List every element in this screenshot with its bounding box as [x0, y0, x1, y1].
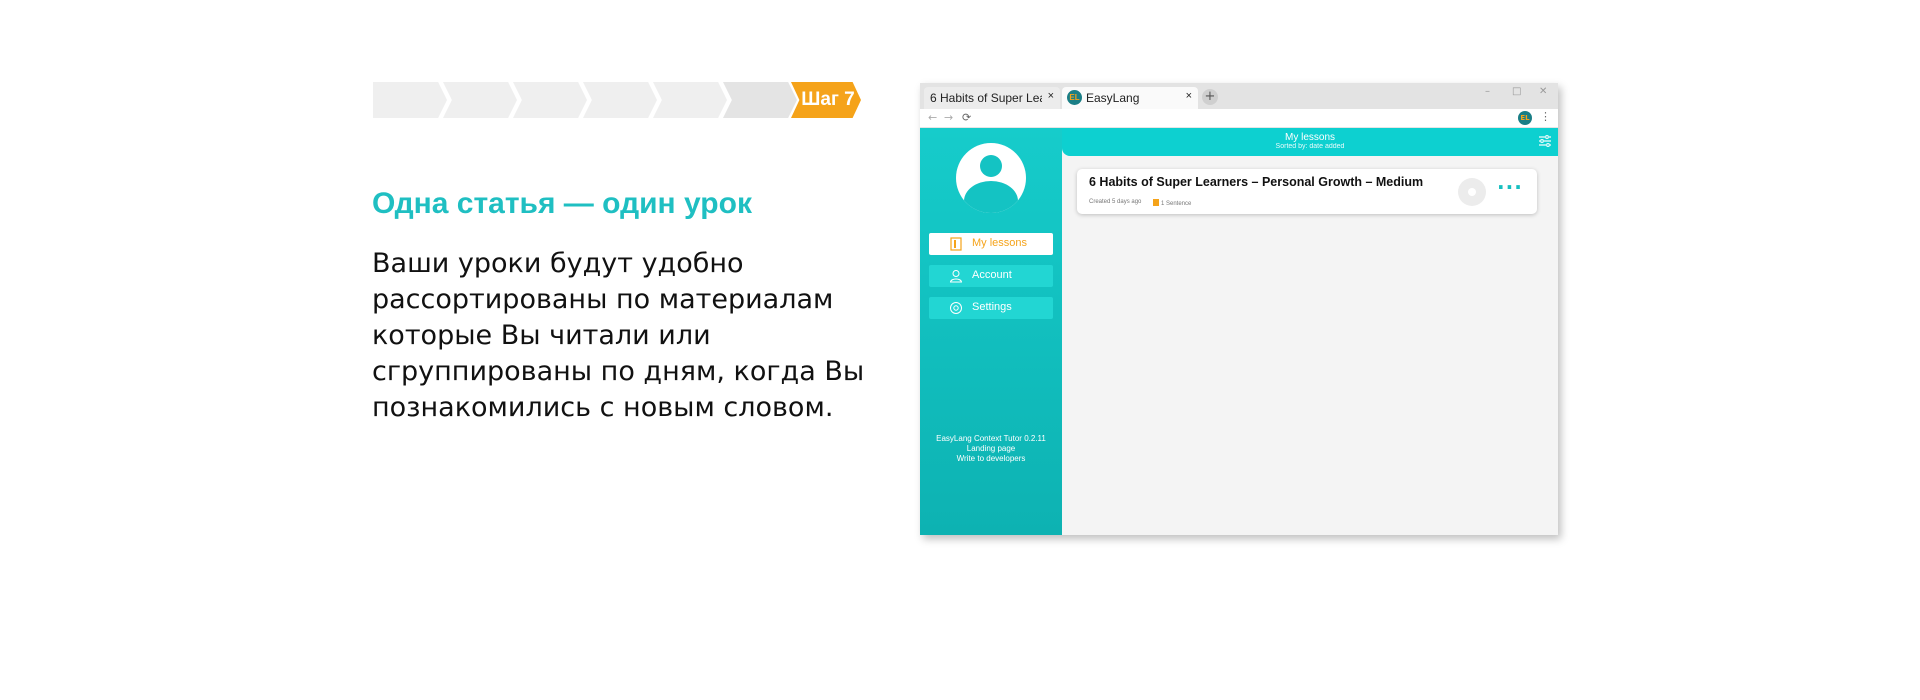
write-to-developers-link[interactable]: Write to developers [920, 454, 1062, 464]
sort-label[interactable]: Sorted by: date added [1062, 143, 1558, 151]
tab-title: EasyLang [1086, 91, 1140, 105]
new-tab-button[interactable]: + [1202, 89, 1218, 105]
lesson-progress-circle[interactable] [1458, 178, 1486, 206]
sidebar-item-label: Account [972, 269, 1012, 281]
window-close-icon[interactable]: ✕ [1539, 86, 1547, 97]
description-text: Ваши уроки будут удобно рассортированы п… [372, 248, 865, 423]
gear-icon [950, 302, 962, 314]
step-progress: Шаг 7 [373, 82, 863, 118]
tab-title: 6 Habits of Super Learners – Personal Gr… [930, 91, 1042, 105]
landing-page-link[interactable]: Landing page [920, 444, 1062, 454]
easylang-extension-icon[interactable]: EL [1518, 111, 1532, 125]
lesson-created-date: Created 5 days ago [1089, 199, 1142, 205]
forward-arrow-icon[interactable]: → [944, 111, 953, 124]
lesson-title[interactable]: 6 Habits of Super Learners – Personal Gr… [1089, 175, 1423, 189]
step-6 [723, 82, 797, 118]
step-3 [513, 82, 587, 118]
reload-icon[interactable]: ⟳ [962, 111, 971, 124]
page-title: My lessons [1284, 132, 1335, 143]
sidebar-item-account[interactable]: Account [929, 265, 1053, 287]
sidebar-item-my-lessons[interactable]: My lessons [929, 233, 1053, 255]
sidebar-footer: EasyLang Context Tutor 0.2.11 Landing pa… [920, 434, 1062, 464]
sidebar-item-settings[interactable]: Settings [929, 297, 1053, 319]
close-icon[interactable]: × [1186, 90, 1192, 102]
tab-bar: 6 Habits of Super Learners – Personal Gr… [920, 83, 1558, 109]
avatar[interactable] [956, 143, 1026, 213]
book-icon [950, 237, 962, 251]
more-options-icon[interactable]: ··· [1497, 175, 1523, 199]
headline: Одна статья — один урок [372, 187, 752, 220]
step-7-active: Шаг 7 [791, 82, 861, 118]
step-4 [583, 82, 657, 118]
filter-icon[interactable] [1538, 135, 1552, 147]
lesson-card[interactable]: 6 Habits of Super Learners – Personal Gr… [1077, 169, 1537, 214]
version-text: EasyLang Context Tutor 0.2.11 [936, 434, 1046, 443]
step-1 [373, 82, 447, 118]
app-sidebar: My lessons Account Settings EasyLang Con… [920, 128, 1062, 535]
maximize-icon[interactable]: □ [1512, 86, 1521, 97]
sidebar-item-label: My lessons [972, 237, 1028, 249]
tab-medium-article[interactable]: 6 Habits of Super Learners – Personal Gr… [924, 87, 1060, 109]
user-icon [949, 270, 963, 283]
step-5 [653, 82, 727, 118]
browser-window: 6 Habits of Super Learners – Personal Gr… [920, 83, 1558, 535]
avatar-head-shape [980, 155, 1002, 177]
easylang-logo-icon: EL [1067, 90, 1082, 105]
close-icon[interactable]: × [1048, 90, 1054, 102]
sentence-icon [1153, 199, 1159, 206]
sidebar-item-label: Settings [972, 301, 1012, 313]
sentence-count-label: 1 Sentence [1161, 201, 1192, 207]
app-main: My lessons Sorted by: date added 6 Habit… [1062, 128, 1558, 535]
minimize-icon[interactable]: – [1485, 86, 1490, 97]
lessons-header: My lessons Sorted by: date added [1062, 128, 1558, 156]
browser-menu-icon[interactable]: ⋮ [1540, 110, 1551, 123]
browser-toolbar: ← → ⟳ EL ⋮ [920, 109, 1558, 128]
step-2 [443, 82, 517, 118]
lesson-sentence-count: 1 Sentence [1153, 199, 1191, 207]
back-arrow-icon[interactable]: ← [928, 111, 937, 124]
avatar-body-shape [964, 181, 1018, 213]
tab-easylang[interactable]: EL EasyLang × [1062, 87, 1198, 109]
